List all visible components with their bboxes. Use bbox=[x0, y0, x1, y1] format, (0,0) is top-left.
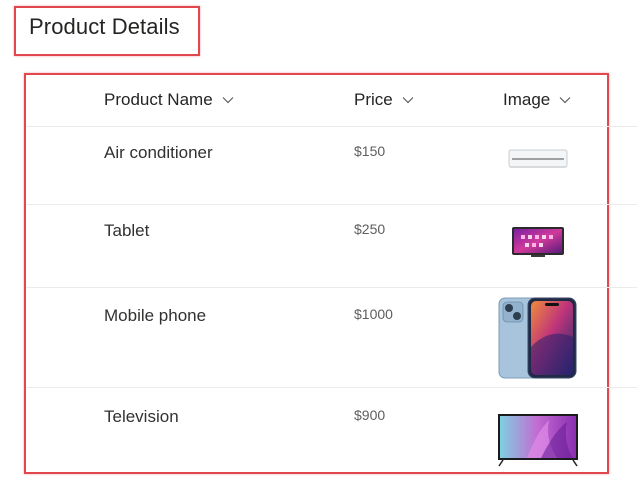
product-name-cell: Tablet bbox=[104, 221, 150, 240]
product-name-cell: Television bbox=[104, 407, 179, 426]
page-title: Product Details bbox=[29, 14, 180, 39]
header-divider bbox=[26, 126, 637, 127]
column-header-label: Product Name bbox=[104, 90, 213, 109]
chevron-down-icon bbox=[402, 97, 414, 104]
price-cell: $250 bbox=[354, 221, 386, 237]
price-cell: $150 bbox=[354, 143, 386, 159]
product-details-page: Product Details Product Name Price Image… bbox=[0, 0, 637, 486]
column-header-label: Image bbox=[503, 90, 551, 109]
product-name-cell: Air conditioner bbox=[104, 143, 213, 162]
mobile-phone-image[interactable] bbox=[498, 297, 578, 379]
row-divider bbox=[26, 287, 637, 288]
column-header-image[interactable]: Image bbox=[503, 90, 571, 110]
chevron-down-icon bbox=[559, 97, 571, 104]
column-header-price[interactable]: Price bbox=[354, 90, 414, 110]
row-divider bbox=[26, 387, 637, 388]
list-header: Product Name Price Image bbox=[0, 84, 637, 126]
row-divider bbox=[26, 204, 637, 205]
chevron-down-icon bbox=[222, 97, 234, 104]
price-cell: $900 bbox=[354, 407, 386, 423]
product-name-cell: Mobile phone bbox=[104, 306, 207, 325]
air-conditioner-image[interactable] bbox=[508, 147, 568, 171]
tablet-image[interactable] bbox=[511, 225, 565, 259]
television-image[interactable] bbox=[497, 412, 579, 468]
price-cell: $1000 bbox=[354, 306, 393, 322]
column-header-product-name[interactable]: Product Name bbox=[104, 90, 234, 110]
column-header-label: Price bbox=[354, 90, 393, 109]
